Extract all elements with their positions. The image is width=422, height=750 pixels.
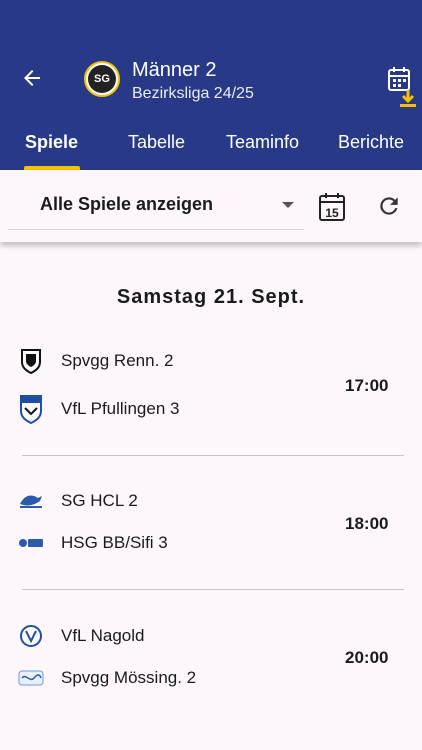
away-team: VfL Pfullingen 3 bbox=[18, 394, 179, 424]
calendar-icon: 15 bbox=[319, 193, 345, 221]
refresh-button[interactable] bbox=[376, 193, 402, 219]
match-item[interactable]: VfL Nagold Spvgg Mössing. 2 20:00 bbox=[0, 612, 422, 722]
match-item[interactable]: Spvgg Renn. 2 VfL Pfullingen 3 17:00 bbox=[0, 340, 422, 450]
away-team: HSG BB/Sifi 3 bbox=[18, 528, 168, 558]
filter-bar: Alle Spiele anzeigen bbox=[0, 170, 422, 242]
calendar-button[interactable]: 15 bbox=[318, 192, 346, 222]
calendar-download-button[interactable] bbox=[386, 66, 418, 112]
hsg-logo-icon bbox=[18, 528, 44, 558]
crest-icon bbox=[18, 394, 44, 424]
calendar-download-icon bbox=[388, 67, 416, 107]
shield-icon bbox=[18, 346, 44, 376]
away-team-name: VfL Pfullingen 3 bbox=[61, 399, 180, 418]
home-team: SG HCL 2 bbox=[18, 486, 138, 516]
match-time: 20:00 bbox=[345, 648, 389, 667]
home-team: Spvgg Renn. 2 bbox=[18, 346, 173, 376]
day-heading: Samstag 21. Sept. bbox=[116, 286, 306, 308]
away-team: Spvgg Mössing. 2 bbox=[18, 663, 196, 693]
home-team-name: VfL Nagold bbox=[61, 626, 145, 645]
club-logo: SG bbox=[84, 61, 120, 97]
club-logo-text: SG bbox=[88, 65, 116, 93]
tab-bar: Spiele Tabelle Teaminfo Berichte bbox=[0, 124, 422, 170]
home-team-name: Spvgg Renn. 2 bbox=[61, 351, 174, 370]
home-team-name: SG HCL 2 bbox=[61, 491, 138, 510]
match-time: 18:00 bbox=[345, 514, 389, 533]
tab-spiele[interactable]: Spiele bbox=[25, 124, 78, 170]
games-filter-value: Alle Spiele anzeigen bbox=[40, 194, 214, 214]
divider bbox=[22, 589, 404, 590]
tab-berichte[interactable]: Berichte bbox=[338, 124, 404, 170]
match-item[interactable]: SG HCL 2 HSG BB/Sifi 3 18:00 bbox=[0, 478, 422, 588]
back-button[interactable] bbox=[18, 64, 46, 92]
home-team: VfL Nagold bbox=[18, 621, 144, 651]
team-title: Männer 2 bbox=[132, 59, 217, 81]
match-time: 17:00 bbox=[345, 376, 389, 395]
games-filter-dropdown[interactable]: Alle Spiele anzeigen bbox=[8, 184, 304, 230]
refresh-icon bbox=[380, 197, 398, 215]
tab-teaminfo[interactable]: Teaminfo bbox=[226, 124, 299, 170]
arrow-left-icon bbox=[24, 70, 40, 86]
divider bbox=[22, 455, 404, 456]
league-subtitle: Bezirksliga 24/25 bbox=[132, 85, 254, 102]
dropdown-arrow-icon bbox=[282, 202, 294, 208]
away-team-name: HSG BB/Sifi 3 bbox=[61, 533, 168, 552]
nagold-logo-icon bbox=[18, 621, 44, 651]
calendar-day-number: 15 bbox=[325, 206, 339, 220]
tab-tabelle[interactable]: Tabelle bbox=[128, 124, 185, 170]
moessingen-logo-icon bbox=[18, 663, 44, 693]
hcl-logo-icon bbox=[18, 486, 44, 516]
away-team-name: Spvgg Mössing. 2 bbox=[61, 668, 197, 687]
